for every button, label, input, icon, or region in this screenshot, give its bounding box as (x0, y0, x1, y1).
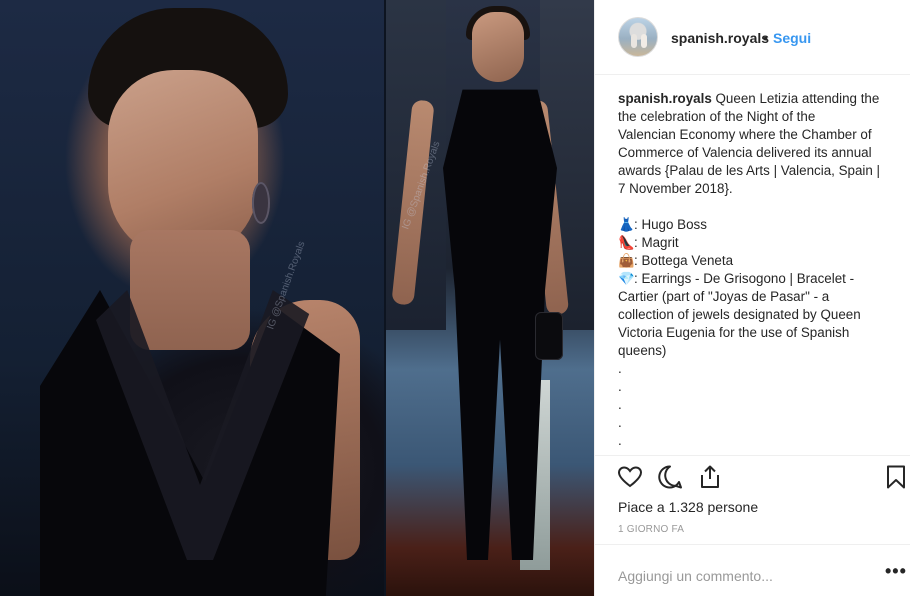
caption-item-text: : Hugo Boss (634, 217, 707, 232)
caption-text: awards {Palau de les Arts | Valencia, Sp… (618, 163, 881, 178)
comment-input[interactable] (618, 568, 838, 584)
post-caption: spanish.royals Queen Letizia attending t… (618, 90, 890, 450)
caption-dot: . (618, 361, 622, 376)
bookmark-icon[interactable] (883, 464, 909, 490)
caption-text: queens) (618, 343, 667, 358)
caption-first-line: spanish.royals Queen Letizia attending t… (618, 90, 890, 108)
caption-text: Cartier (part of "Joyas de Pasar" - a (618, 289, 830, 304)
caption-item: 👗: Hugo Boss (618, 216, 890, 234)
likes-count[interactable]: Piace a 1.328 persone (618, 499, 758, 515)
header-separator: • (763, 30, 768, 46)
caption-item: 👠: Magrit (618, 234, 890, 252)
caption-text: Valencian Economy where the Chamber of (618, 127, 872, 142)
header-username[interactable]: spanish.royals (671, 30, 769, 46)
caption-dot: . (618, 433, 622, 448)
post-photo[interactable]: IG @Spanish.Royals IG @Spanish.Royals (0, 0, 594, 596)
heart-icon[interactable] (617, 464, 643, 490)
caption-text: 7 November 2018}. (618, 181, 733, 196)
comment-bar: ••• (595, 544, 910, 598)
more-options-icon[interactable]: ••• (885, 561, 907, 582)
caption-username[interactable]: spanish.royals (618, 91, 712, 106)
avatar-figure (631, 34, 637, 48)
caption-text: Victoria Eugenia for the use of Spanish (618, 325, 850, 340)
caption-text: collection of jewels designated by Queen (618, 307, 861, 322)
caption-text: the celebration of the Night of the (618, 109, 816, 124)
avatar[interactable] (618, 17, 658, 57)
caption-dot: . (618, 415, 622, 430)
caption-dot: . (618, 379, 622, 394)
post-header: spanish.royals • Segui (595, 0, 910, 75)
neck-shape (130, 230, 250, 350)
caption-item: 👜: Bottega Veneta (618, 252, 890, 270)
shoe-icon: 👠 (618, 235, 635, 250)
caption-dot: . (618, 397, 622, 412)
avatar-figure (641, 34, 647, 48)
post-timestamp[interactable]: 1 GIORNO FA (618, 524, 684, 535)
head-shape-right (472, 12, 524, 82)
caption-item-text: : Bottega Veneta (634, 253, 734, 268)
post-actions: Piace a 1.328 persone 1 GIORNO FA ••• (595, 455, 910, 597)
caption-text: Commerce of Valencia delivered its annua… (618, 145, 872, 160)
caption-item-text: : Earrings - De Grisogono | Bracelet - (634, 271, 855, 286)
caption-item: 💎: Earrings - De Grisogono | Bracelet - (618, 270, 890, 288)
post-sidebar: spanish.royals • Segui spanish.royals Qu… (594, 0, 910, 596)
dress-icon: 👗 (618, 217, 635, 232)
earring-shape (252, 182, 270, 224)
follow-button[interactable]: Segui (773, 30, 811, 46)
caption-text: Queen Letizia attending the (715, 91, 880, 106)
caption-item-text: : Magrit (634, 235, 679, 250)
handbag-icon: 👜 (618, 253, 635, 268)
gem-icon: 💎 (618, 271, 635, 286)
clutch-shape (535, 312, 563, 360)
share-icon[interactable] (697, 464, 723, 490)
comment-icon[interactable] (657, 464, 683, 490)
